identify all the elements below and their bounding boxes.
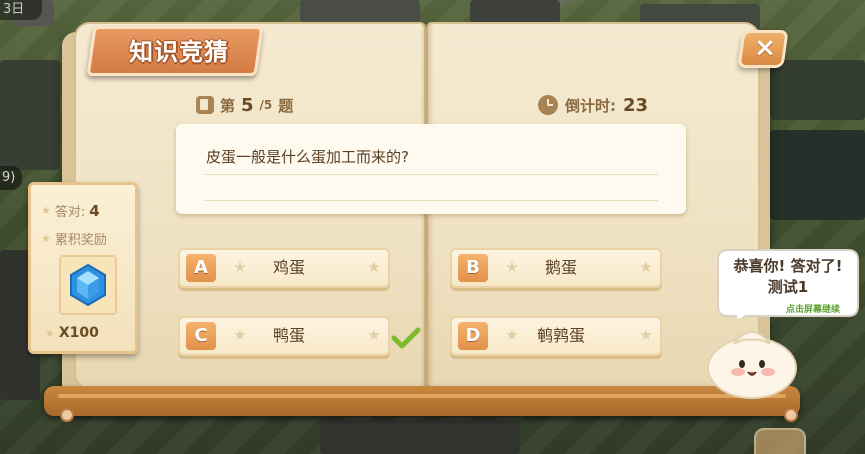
question-current: 5 — [241, 94, 254, 116]
star-icon: ★ — [41, 204, 51, 217]
star-icon: ★ — [639, 326, 653, 344]
question-text: 皮蛋一般是什么蛋加工而来的? — [206, 148, 409, 166]
question-card: 皮蛋一般是什么蛋加工而来的? — [176, 124, 686, 214]
option-letter: A — [186, 254, 216, 282]
checkmark-icon — [391, 327, 421, 349]
accumulated-label: 累积奖励 — [54, 233, 107, 248]
countdown-timer: 倒计时: 23 — [538, 94, 692, 116]
option-letter: C — [186, 322, 216, 350]
option-c[interactable]: C ★ 鸭蛋 ★ — [178, 316, 390, 356]
question-counter: 第 5 /5 题 — [196, 94, 342, 116]
timer-value: 23 — [623, 94, 649, 116]
book-base — [44, 386, 800, 416]
ruled-line — [204, 174, 658, 175]
accumulated-row: ★ 累积奖励 — [41, 229, 107, 248]
corner-menu-button[interactable] — [754, 428, 806, 454]
tap-to-continue-hint[interactable]: 点击屏幕继续 — [778, 302, 848, 315]
reward-item-box — [59, 255, 117, 315]
book-icon — [196, 96, 214, 114]
timer-label: 倒计时: — [565, 96, 616, 115]
correct-label: 答对: — [54, 205, 86, 220]
option-text: 鹅蛋 — [544, 258, 577, 277]
option-text: 鹌鹑蛋 — [536, 326, 585, 345]
close-icon[interactable]: × — [752, 32, 778, 64]
reward-amount: X100 — [58, 325, 99, 341]
correct-count-row: ★ 答对: 4 — [41, 201, 100, 221]
ruled-line — [204, 200, 658, 201]
question-total: /5 — [259, 98, 273, 112]
clock-icon — [538, 95, 558, 115]
blue-gem-icon — [70, 263, 106, 307]
option-d[interactable]: D ★ 鹌鹑蛋 ★ — [450, 316, 662, 356]
reward-amount-row: ★ X100 — [45, 325, 99, 341]
reward-panel: ★ 答对: 4 ★ 累积奖励 ★ X100 — [28, 182, 138, 354]
correct-count: 4 — [89, 201, 100, 220]
option-a[interactable]: A ★ 鸡蛋 ★ — [178, 248, 390, 288]
star-icon: ★ — [639, 258, 653, 276]
bun-mascot-icon — [707, 331, 797, 399]
book-knob — [60, 408, 74, 422]
option-text: 鸭蛋 — [272, 326, 305, 345]
option-text: 鸡蛋 — [272, 258, 305, 277]
option-letter: D — [458, 322, 488, 350]
quiz-title: 知识竞猜 — [129, 38, 229, 66]
star-icon: ★ — [367, 326, 381, 344]
question-label-prefix: 第 — [220, 96, 236, 115]
star-icon: ★ — [41, 232, 51, 245]
star-icon: ★ — [45, 326, 55, 340]
book-knob — [784, 408, 798, 422]
question-label-suffix: 题 — [278, 96, 294, 115]
star-icon: ★ — [367, 258, 381, 276]
option-letter: B — [458, 254, 488, 282]
mascot-message: 恭喜你! 答对了!测试1 — [733, 257, 843, 296]
option-b[interactable]: B ★ 鹅蛋 ★ — [450, 248, 662, 288]
